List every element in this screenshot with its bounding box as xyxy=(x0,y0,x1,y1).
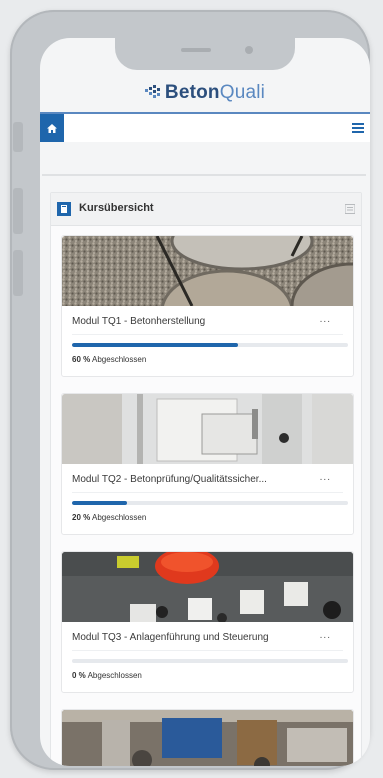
hamburger-menu-icon[interactable] xyxy=(352,122,364,134)
course-progress-text: 60 % Abgeschlossen xyxy=(72,355,147,364)
card-separator xyxy=(72,650,343,651)
collapse-block-icon[interactable] xyxy=(345,204,355,214)
course-card[interactable] xyxy=(61,709,354,766)
app-screen: BetonQuali Kursübersicht Modul TQ1 - Bet… xyxy=(40,38,370,766)
course-progress-text: 20 % Abgeschlossen xyxy=(72,513,147,522)
course-progress-bar xyxy=(72,659,348,663)
top-navbar xyxy=(40,112,370,142)
course-image[interactable] xyxy=(62,552,353,622)
home-icon xyxy=(47,123,57,133)
course-title[interactable]: Modul TQ1 - Betonherstellung xyxy=(72,316,312,327)
home-button[interactable] xyxy=(40,114,64,142)
course-progress-bar xyxy=(72,501,348,505)
course-progress-bar xyxy=(72,343,348,347)
course-overview-icon xyxy=(57,202,71,216)
course-actions-menu[interactable]: ... xyxy=(320,314,331,325)
side-button xyxy=(13,122,23,152)
course-image[interactable] xyxy=(62,710,353,766)
course-title[interactable]: Modul TQ3 - Anlagenführung und Steuerung xyxy=(72,632,312,643)
course-image[interactable] xyxy=(62,394,353,464)
card-separator xyxy=(72,492,343,493)
course-overview-header: Kursübersicht xyxy=(51,193,361,226)
course-image[interactable] xyxy=(62,236,353,306)
content-divider xyxy=(42,174,366,176)
volume-up-button xyxy=(13,188,23,234)
course-card[interactable]: Modul TQ3 - Anlagenführung und Steuerung… xyxy=(61,551,354,693)
course-overview-block: Kursübersicht Modul TQ1 - Betonherstellu… xyxy=(50,192,362,766)
card-separator xyxy=(72,334,343,335)
course-overview-title: Kursübersicht xyxy=(79,202,154,214)
course-title[interactable]: Modul TQ2 - Betonprüfung/Qualitätssicher… xyxy=(72,474,312,485)
course-progress-text: 0 % Abgeschlossen xyxy=(72,671,142,680)
volume-down-button xyxy=(13,250,23,296)
speaker xyxy=(181,48,211,52)
camera xyxy=(245,46,253,54)
course-actions-menu[interactable]: ... xyxy=(320,472,331,483)
course-actions-menu[interactable]: ... xyxy=(320,630,331,641)
brand-name-light: Quali xyxy=(219,82,266,103)
brand-logo[interactable]: BetonQuali xyxy=(40,82,370,104)
brand-name-bold: Beton xyxy=(164,82,220,103)
phone-notch xyxy=(115,38,295,70)
course-card[interactable]: Modul TQ1 - Betonherstellung ... 60 % Ab… xyxy=(61,235,354,377)
progress-fill xyxy=(72,501,128,505)
logo-mark-icon xyxy=(144,85,160,98)
progress-fill xyxy=(72,343,238,347)
course-card[interactable]: Modul TQ2 - Betonprüfung/Qualitätssicher… xyxy=(61,393,354,535)
